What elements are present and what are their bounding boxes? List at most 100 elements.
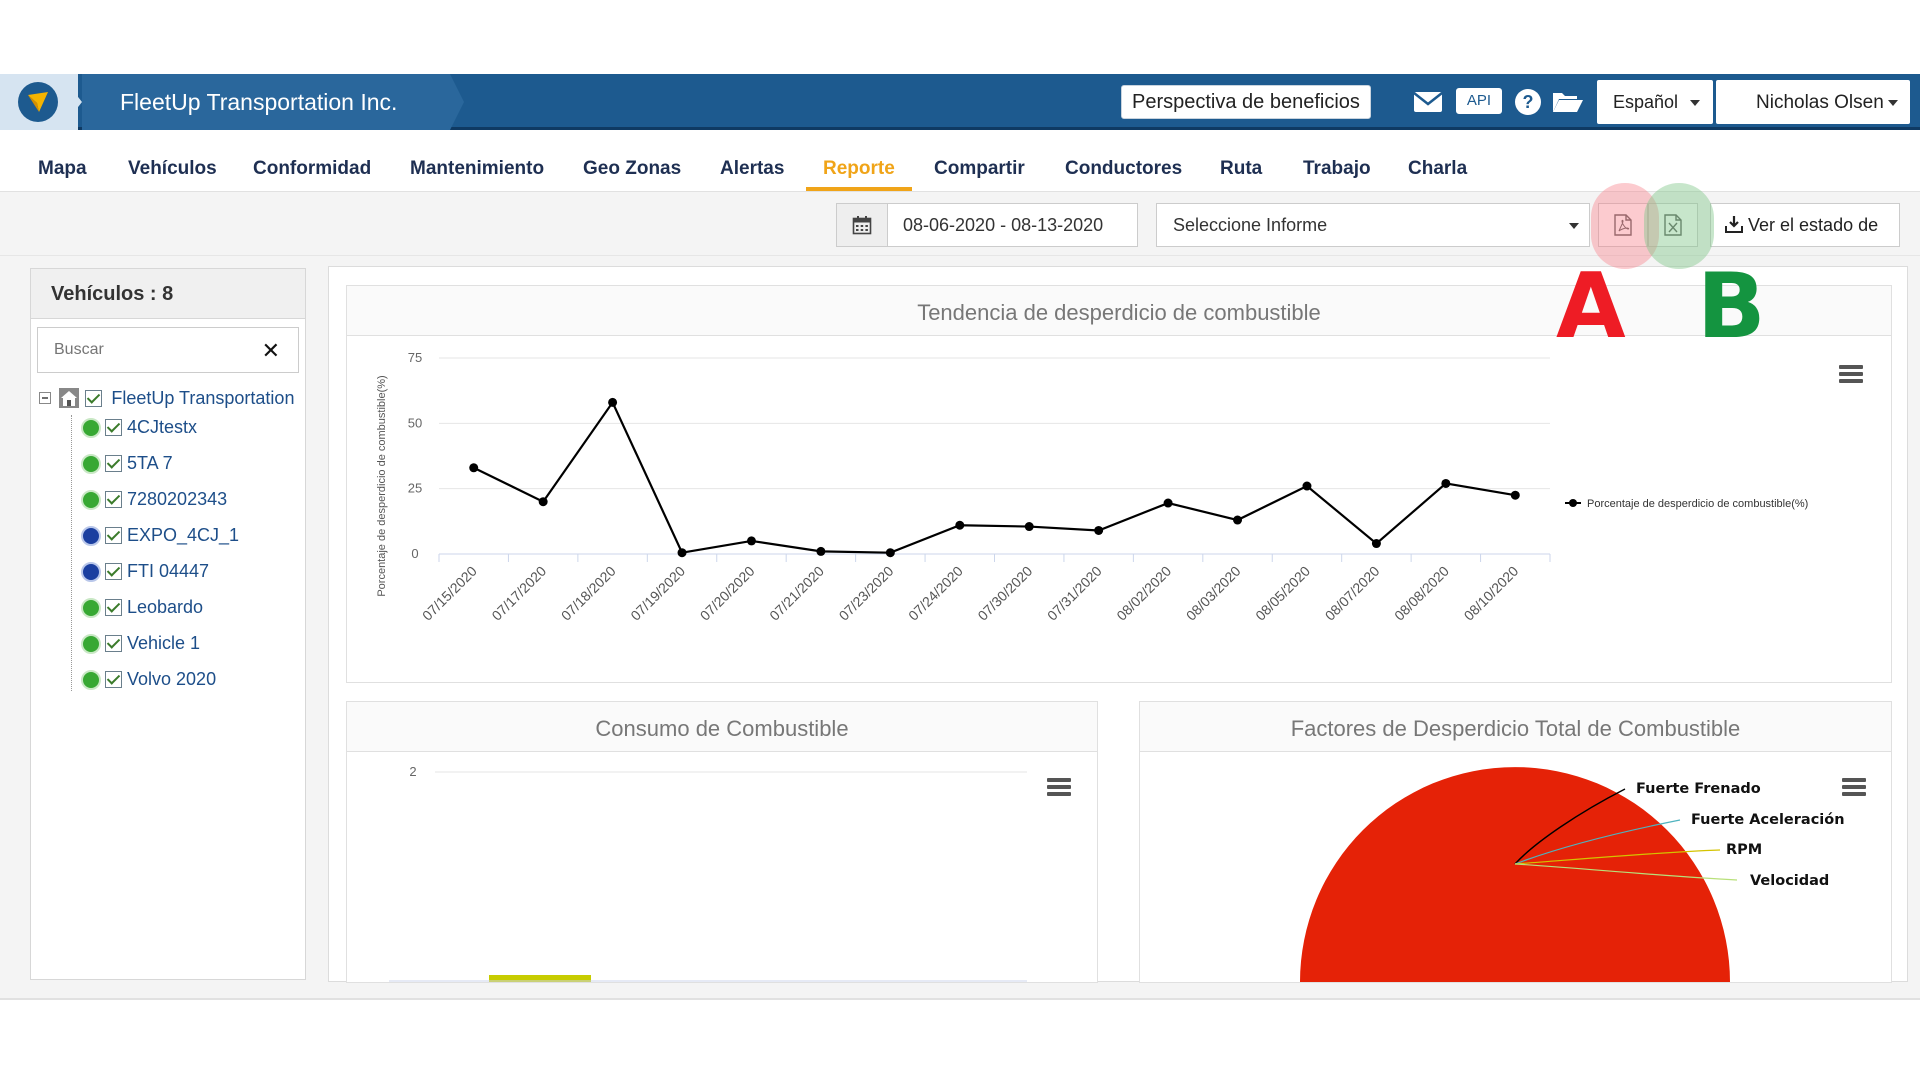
download-icon <box>1725 216 1743 233</box>
vehicle-item[interactable]: 4CJtestx <box>81 417 197 445</box>
chevron-down-icon <box>1888 100 1898 106</box>
data-point <box>885 548 895 558</box>
annotation-label-a: A <box>1556 254 1626 359</box>
report-content: Tendencia de desperdicio de combustible … <box>328 266 1908 983</box>
checkbox[interactable] <box>105 419 122 436</box>
vehicle-item[interactable]: Volvo 2020 <box>81 669 216 697</box>
nav-item-compartir[interactable]: Compartir <box>934 130 1025 192</box>
vehicle-status-green-icon <box>81 597 101 618</box>
vehicle-sidebar: Vehículos : 8 ✕ FleetUp Transportation 4… <box>30 268 306 980</box>
nav-item-conductores[interactable]: Conductores <box>1065 130 1182 192</box>
checkbox[interactable] <box>105 635 122 652</box>
main-nav: Mapa Vehículos Conformidad Mantenimiento… <box>0 130 1920 192</box>
nav-item-mantenimiento[interactable]: Mantenimiento <box>410 130 544 192</box>
x-tick-label: 07/24/2020 <box>905 563 966 624</box>
x-tick-label: 07/15/2020 <box>419 563 480 624</box>
vehicle-name: EXPO_4CJ_1 <box>127 525 240 545</box>
checkbox[interactable] <box>105 491 122 508</box>
nav-item-ruta[interactable]: Ruta <box>1220 130 1262 192</box>
report-select[interactable]: Seleccione Informe <box>1156 203 1590 247</box>
data-point <box>1094 525 1104 535</box>
vehicle-item[interactable]: Leobardo <box>81 597 203 625</box>
consumption-panel: Consumo de Combustible 2 <box>346 701 1098 983</box>
x-tick-label: 07/31/2020 <box>1044 563 1105 624</box>
checkbox[interactable] <box>105 671 122 688</box>
data-point <box>1024 522 1034 532</box>
top-header: FleetUp Transportation Inc. Perspectiva … <box>0 74 1920 130</box>
language-dropdown[interactable]: Español <box>1597 80 1713 124</box>
company-name: FleetUp Transportation Inc. <box>82 74 450 130</box>
checkbox[interactable] <box>105 455 122 472</box>
api-badge[interactable]: API <box>1456 88 1502 114</box>
vehicle-item[interactable]: Vehicle 1 <box>81 633 200 661</box>
vehicle-name: FTI 04447 <box>127 561 210 581</box>
close-icon[interactable]: ✕ <box>262 338 280 364</box>
factors-panel-title: Factores de Desperdicio Total de Combust… <box>1140 702 1891 752</box>
date-range-picker[interactable]: 08-06-2020 - 08-13-2020 <box>836 203 1138 247</box>
vehicle-item[interactable]: 7280202343 <box>81 489 227 517</box>
x-tick-label: 07/21/2020 <box>766 563 827 624</box>
tree-connector <box>71 415 72 691</box>
vehicle-name: 5TA 7 <box>127 453 173 473</box>
vehicle-name: 7280202343 <box>127 489 228 509</box>
vehicle-status-green-icon <box>81 633 101 654</box>
nav-item-conformidad[interactable]: Conformidad <box>253 130 371 192</box>
vehicle-name: Vehicle 1 <box>127 633 201 653</box>
vehicle-item[interactable]: FTI 04447 <box>81 561 209 589</box>
fleetup-logo-icon <box>18 82 58 122</box>
folder-open-icon[interactable] <box>1552 86 1584 118</box>
vehicle-status-green-icon <box>81 669 101 690</box>
checkbox[interactable] <box>84 389 102 407</box>
checkbox[interactable] <box>105 527 122 544</box>
nav-item-geo-zonas[interactable]: Geo Zonas <box>583 130 681 192</box>
consumption-panel-title: Consumo de Combustible <box>347 702 1097 752</box>
vehicle-search[interactable]: ✕ <box>37 327 299 373</box>
nav-item-vehiculos[interactable]: Vehículos <box>128 130 217 192</box>
data-point <box>538 497 548 507</box>
chevron-down-icon <box>1569 223 1579 229</box>
annotation-label-b: B <box>1697 254 1766 359</box>
y-tick-label: 0 <box>411 546 418 561</box>
y-tick-label: 25 <box>408 481 422 496</box>
vehicle-status-green-icon <box>81 489 101 510</box>
benefits-button[interactable]: Perspectiva de beneficios <box>1121 85 1371 119</box>
user-dropdown[interactable]: Nicholas Olsen <box>1716 80 1910 124</box>
search-input[interactable] <box>38 328 254 372</box>
report-select-value: Seleccione Informe <box>1173 215 1328 235</box>
company-chevron <box>450 74 464 130</box>
consumption-bar-chart: 2 <box>389 764 1027 982</box>
vehicle-count-title: Vehículos : 8 <box>31 269 305 319</box>
data-point <box>816 546 826 556</box>
data-point <box>1441 478 1451 488</box>
vehicle-status-blue-icon <box>81 561 101 582</box>
nav-item-alertas[interactable]: Alertas <box>720 130 784 192</box>
x-tick-label: 07/20/2020 <box>697 563 758 624</box>
data-point <box>1302 481 1312 491</box>
active-tab-indicator <box>806 187 912 191</box>
data-point <box>955 520 965 530</box>
nav-item-reporte[interactable]: Reporte <box>823 130 895 192</box>
x-tick-label: 07/18/2020 <box>558 563 619 624</box>
view-status-button[interactable]: Ver el estado de <box>1710 203 1900 247</box>
vehicle-name: Leobardo <box>127 597 204 617</box>
vehicle-item[interactable]: 5TA 7 <box>81 453 173 481</box>
factors-panel: Factores de Desperdicio Total de Combust… <box>1139 701 1892 983</box>
nav-item-mapa[interactable]: Mapa <box>38 130 87 192</box>
tree-root-label: FleetUp Transportation <box>111 387 295 408</box>
vehicle-item[interactable]: EXPO_4CJ_1 <box>81 525 239 553</box>
nav-item-charla[interactable]: Charla <box>1408 130 1467 192</box>
data-point <box>608 397 618 407</box>
mail-icon[interactable] <box>1412 86 1444 118</box>
data-point <box>677 548 687 558</box>
pie-label: Fuerte Aceleración <box>1691 812 1845 828</box>
data-point <box>1163 498 1173 508</box>
calendar-icon[interactable] <box>837 204 888 246</box>
collapse-icon[interactable] <box>39 392 51 404</box>
x-tick-label: 08/08/2020 <box>1391 563 1452 624</box>
checkbox[interactable] <box>105 599 122 616</box>
pie-slice <box>1300 767 1730 982</box>
checkbox[interactable] <box>105 563 122 580</box>
help-icon[interactable]: ? <box>1512 86 1544 118</box>
tree-root-fleetup[interactable]: FleetUp Transportation <box>39 387 294 411</box>
nav-item-trabajo[interactable]: Trabajo <box>1303 130 1371 192</box>
